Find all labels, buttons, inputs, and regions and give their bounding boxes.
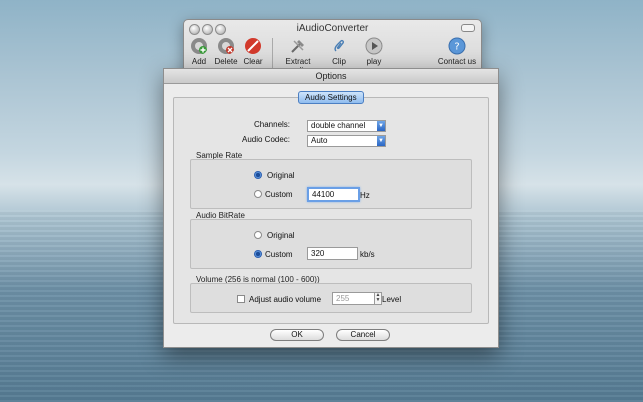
sample-rate-original-radio[interactable] [254, 171, 262, 179]
bitrate-group [190, 219, 472, 269]
sample-rate-unit: Hz [360, 191, 370, 200]
codec-select[interactable]: Auto ▼ [307, 135, 386, 147]
options-sheet: Options Audio Settings Channels: double … [163, 68, 499, 348]
bitrate-unit: kb/s [360, 250, 375, 259]
bitrate-custom-radio[interactable] [254, 250, 262, 258]
volume-stepper[interactable]: ▲ ▼ [374, 292, 382, 305]
toolbar-play-button[interactable]: play [352, 37, 396, 66]
sample-rate-original-label: Original [267, 171, 295, 180]
play-icon [365, 37, 383, 55]
codec-value: Auto [311, 136, 328, 145]
bitrate-field[interactable]: 320 [307, 247, 358, 260]
adjust-volume-checkbox[interactable] [237, 295, 245, 303]
clear-icon [245, 38, 261, 54]
volume-unit: Level [382, 295, 402, 304]
channels-label: Channels: [254, 120, 291, 129]
codec-label: Audio Codec: [242, 135, 291, 144]
adjust-volume-label: Adjust audio volume [249, 295, 322, 304]
sample-rate-field[interactable]: 44100 [307, 187, 360, 202]
volume-field[interactable]: 255 [332, 292, 377, 305]
toolbar-separator [272, 38, 273, 68]
channels-value: double channel [311, 121, 366, 130]
extract-audio-icon [291, 40, 304, 53]
select-arrow-icon: ▼ [377, 121, 385, 131]
options-title: Options [164, 69, 498, 84]
cancel-button[interactable]: Cancel [336, 329, 390, 341]
bitrate-custom-label: Custom [265, 250, 293, 259]
svg-text:?: ? [454, 42, 459, 53]
channels-select[interactable]: double channel ▼ [307, 120, 386, 132]
sample-rate-custom-label: Custom [265, 190, 293, 199]
select-arrow-icon: ▼ [377, 136, 385, 146]
ok-button[interactable]: OK [270, 329, 324, 341]
bitrate-original-radio[interactable] [254, 231, 262, 239]
clip-icon [334, 39, 344, 52]
app-title: iAudioConverter [296, 23, 369, 34]
help-icon: ? [448, 37, 466, 55]
toolbar-toggle-button[interactable] [461, 24, 475, 32]
tab-audio-settings[interactable]: Audio Settings [298, 91, 364, 104]
bitrate-original-label: Original [267, 231, 295, 240]
toolbar-contact-us-button[interactable]: ? Contact us [435, 37, 479, 66]
toolbar-clear-button[interactable]: Clear [231, 37, 275, 66]
sample-rate-custom-radio[interactable] [254, 190, 262, 198]
volume-group [190, 283, 472, 313]
